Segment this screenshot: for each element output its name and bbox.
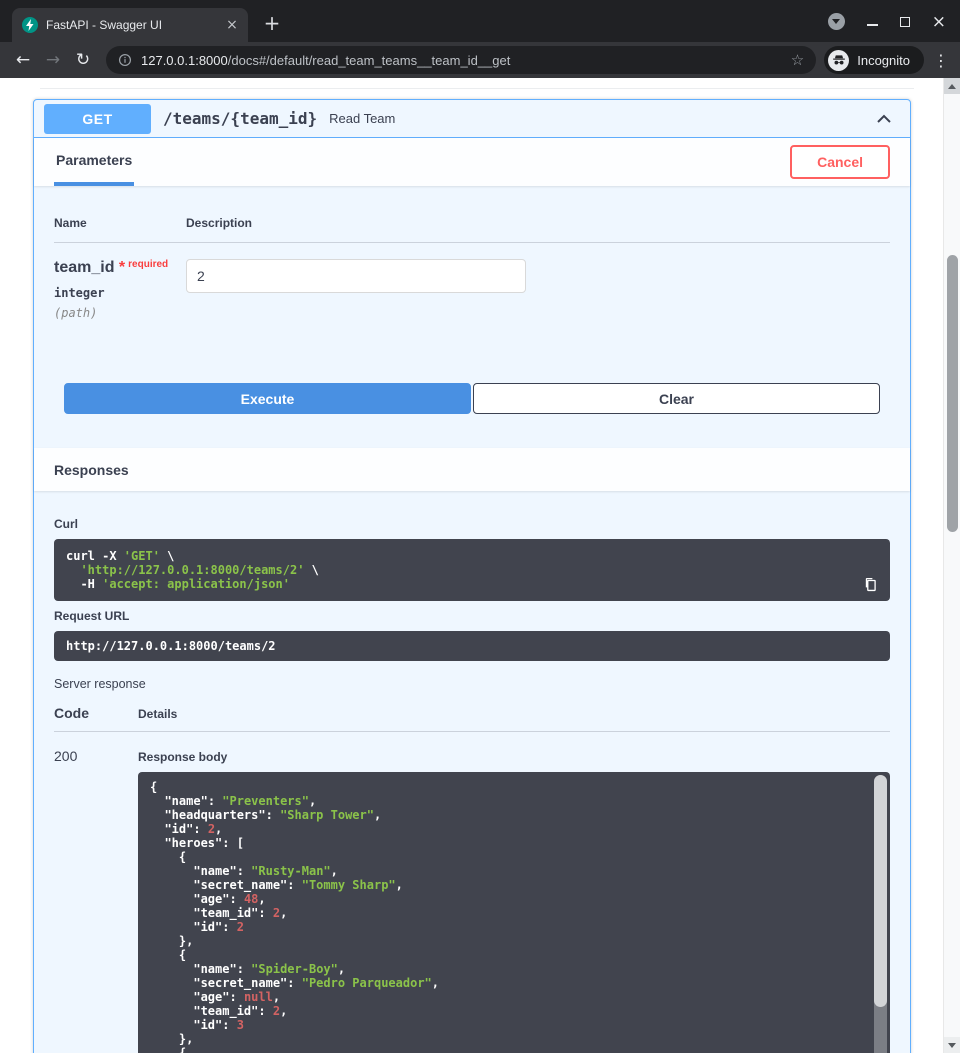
copy-icon[interactable] <box>860 574 880 594</box>
incognito-label: Incognito <box>857 53 910 68</box>
browser-chrome: FastAPI - Swagger UI × + × ← → ↻ 127.0.0… <box>0 0 960 78</box>
scroll-down-icon[interactable] <box>944 1037 960 1053</box>
parameters-table: Name Description team_id *required integ… <box>34 186 910 320</box>
tab-bar: FastAPI - Swagger UI × + × <box>0 0 960 42</box>
new-tab-button[interactable]: + <box>260 11 284 35</box>
status-code: 200 <box>54 748 138 1053</box>
execute-button[interactable]: Execute <box>64 383 471 414</box>
page-scrollbar[interactable] <box>943 78 960 1053</box>
response-scrollbar-thumb[interactable] <box>874 775 887 1007</box>
details-column-header: Details <box>138 707 177 721</box>
description-column-header: Description <box>186 216 252 230</box>
close-icon[interactable]: × <box>932 15 946 29</box>
opblock-summary[interactable]: GET /teams/{team_id} Read Team <box>34 100 910 138</box>
forward-icon[interactable]: → <box>38 50 68 70</box>
incognito-badge: Incognito <box>824 46 924 74</box>
curl-command: curl -X 'GET' \ 'http://127.0.0.1:8000/t… <box>66 549 856 591</box>
bookmark-star-icon[interactable]: ☆ <box>791 51 804 69</box>
response-scrollbar[interactable] <box>874 775 887 1053</box>
parameter-type: integer <box>54 286 186 300</box>
method-badge: GET <box>44 104 151 134</box>
required-star: * <box>119 259 125 276</box>
minimize-icon[interactable] <box>867 24 878 26</box>
parameters-header: Parameters Cancel <box>34 138 910 186</box>
section-divider <box>40 88 914 89</box>
responses-title: Responses <box>54 462 129 478</box>
url-text: 127.0.0.1:8000/docs#/default/read_team_t… <box>141 53 783 68</box>
site-info-icon[interactable] <box>118 53 132 67</box>
browser-tab[interactable]: FastAPI - Swagger UI × <box>12 8 248 42</box>
reload-icon[interactable]: ↻ <box>68 50 98 70</box>
endpoint-summary: Read Team <box>329 111 395 126</box>
page-scrollbar-thumb[interactable] <box>947 255 958 532</box>
cancel-button[interactable]: Cancel <box>790 145 890 179</box>
name-column-header: Name <box>54 216 186 230</box>
incognito-icon <box>828 50 849 71</box>
browser-menu-icon[interactable]: ⋮ <box>930 51 952 70</box>
address-bar[interactable]: 127.0.0.1:8000/docs#/default/read_team_t… <box>106 46 816 74</box>
endpoint-path: /teams/{team_id} <box>163 109 317 128</box>
collapse-chevron-icon[interactable] <box>874 109 894 129</box>
curl-label: Curl <box>54 517 890 531</box>
fastapi-favicon <box>22 17 38 33</box>
curl-command-block: curl -X 'GET' \ 'http://127.0.0.1:8000/t… <box>54 539 890 601</box>
tab-title: FastAPI - Swagger UI <box>46 18 224 32</box>
request-url-value: http://127.0.0.1:8000/teams/2 <box>54 631 890 661</box>
scroll-up-icon[interactable] <box>944 78 960 94</box>
response-row: 200 Response body { "name": "Preventers"… <box>54 748 890 1053</box>
response-body-block: { "name": "Preventers", "headquarters": … <box>138 772 890 1053</box>
required-label: required <box>128 259 168 270</box>
parameter-name: team_id *required <box>54 259 186 277</box>
tab-search-icon[interactable] <box>828 13 845 30</box>
param-value-input[interactable] <box>186 259 526 293</box>
responses-header: Responses <box>34 448 910 491</box>
browser-toolbar: ← → ↻ 127.0.0.1:8000/docs#/default/read_… <box>0 42 960 78</box>
request-url-label: Request URL <box>54 609 890 623</box>
code-column-header: Code <box>54 705 138 721</box>
server-response-label: Server response <box>54 677 890 691</box>
clear-button[interactable]: Clear <box>473 383 880 414</box>
response-body-json: { "name": "Preventers", "headquarters": … <box>150 780 864 1053</box>
response-body-label: Response body <box>138 750 890 764</box>
url-host: 127.0.0.1:8000 <box>141 53 228 68</box>
tab-parameters[interactable]: Parameters <box>54 138 134 186</box>
responses-body: Curl curl -X 'GET' \ 'http://127.0.0.1:8… <box>34 491 910 1053</box>
swagger-page: GET /teams/{team_id} Read Team Parameter… <box>0 78 960 1053</box>
parameter-row: team_id *required integer (path) <box>54 243 890 320</box>
url-path: /docs#/default/read_team_teams__team_id_… <box>228 53 511 68</box>
maximize-icon[interactable] <box>900 17 910 27</box>
opblock-get-team: GET /teams/{team_id} Read Team Parameter… <box>33 99 911 1053</box>
tab-close-icon[interactable]: × <box>224 17 240 33</box>
back-icon[interactable]: ← <box>8 50 38 70</box>
parameter-location: (path) <box>54 306 186 320</box>
